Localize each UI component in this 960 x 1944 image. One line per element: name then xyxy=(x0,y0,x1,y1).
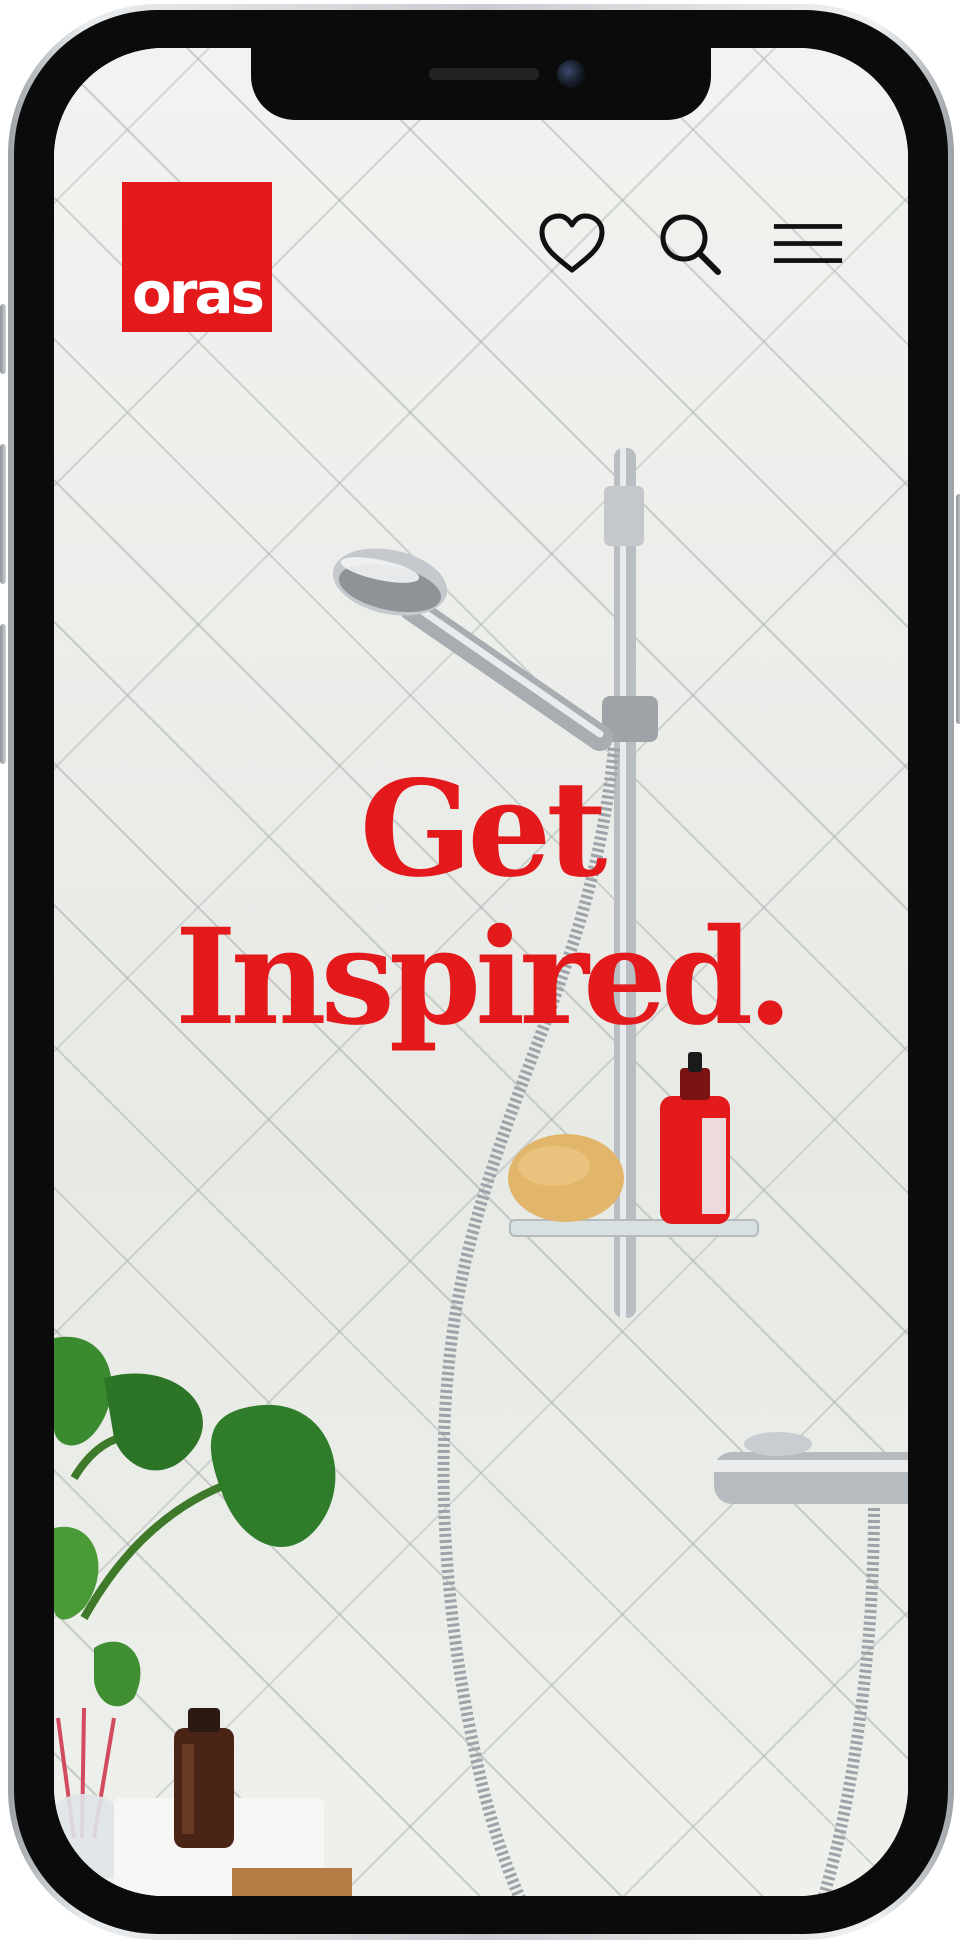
heart-icon xyxy=(539,213,605,273)
search-button[interactable] xyxy=(654,208,726,280)
hero-headline: Get Inspired. xyxy=(54,764,908,1044)
headline-line-2: Inspired. xyxy=(174,900,793,1055)
phone-frame: oras Get Inspired. xyxy=(0,4,960,1940)
phone-bezel: oras Get Inspired. xyxy=(14,10,948,1934)
favorites-button[interactable] xyxy=(536,208,608,280)
volume-up-button xyxy=(0,444,6,584)
screen: oras Get Inspired. xyxy=(54,48,908,1896)
oras-logo[interactable]: oras xyxy=(122,182,272,332)
earpiece-speaker xyxy=(429,68,539,80)
front-camera xyxy=(557,60,585,88)
logo-text: oras xyxy=(131,259,265,327)
mute-switch xyxy=(0,304,6,374)
headline-line-1: Get xyxy=(359,752,608,907)
phone-notch xyxy=(251,48,711,120)
wooden-block xyxy=(232,1868,352,1896)
monstera-plant xyxy=(54,1336,336,1707)
rail-bracket-top xyxy=(604,486,644,546)
menu-button[interactable] xyxy=(772,208,844,280)
thermostatic-mixer xyxy=(714,1452,908,1504)
search-icon xyxy=(660,214,721,275)
header-nav xyxy=(536,208,844,280)
volume-down-button xyxy=(0,624,6,764)
power-button xyxy=(956,494,960,724)
hamburger-menu-icon xyxy=(773,224,843,263)
